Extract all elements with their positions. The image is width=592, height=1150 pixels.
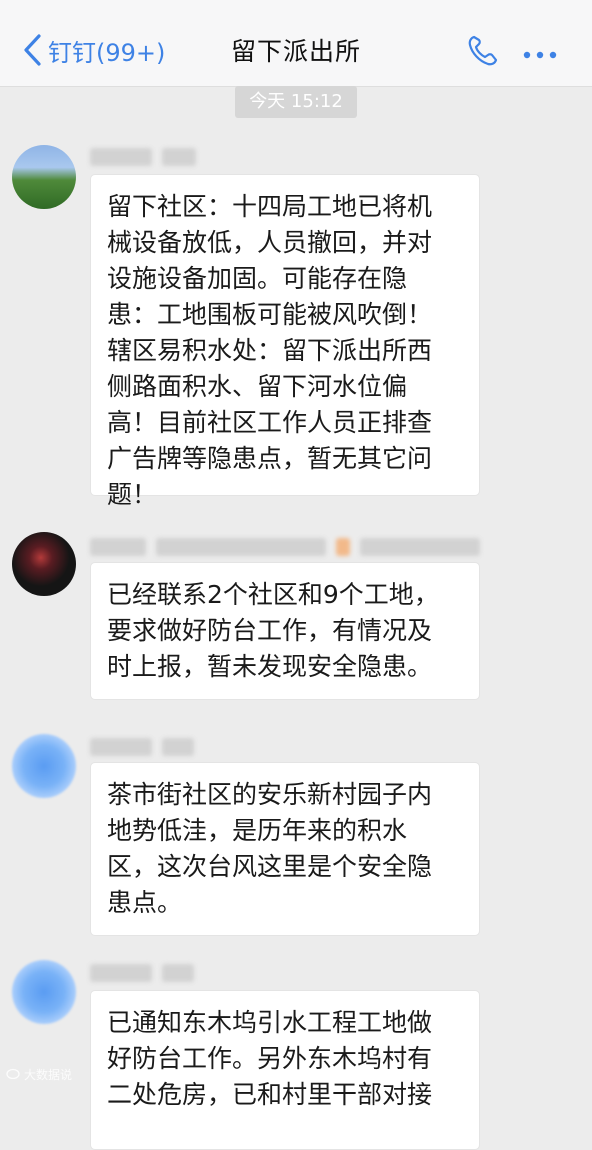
sender-name-blurred <box>90 962 194 984</box>
more-icon[interactable] <box>522 45 558 64</box>
sender-name-blurred <box>90 536 480 558</box>
message-line: 辖区易积水处：留下派出所西 <box>107 336 433 365</box>
message-line: 好防台工作。另外东木坞村有 <box>107 1044 433 1073</box>
message-line: 已经联系2个社区和9个工地， <box>107 580 439 609</box>
nav-bar: 钉钉(99+) 留下派出所 <box>0 0 592 87</box>
message-bubble[interactable]: 茶市街社区的安乐新村园子内 地势低洼，是历年来的积水 区，这次台风这里是个安全隐… <box>90 762 480 936</box>
message-line: 茶市街社区的安乐新村园子内 <box>107 780 433 809</box>
message-line: 留下社区：十四局工地已将机 <box>107 192 433 221</box>
message-line: 区，这次台风这里是个安全隐 <box>107 852 433 881</box>
message-line: 设施设备加固。可能存在隐 <box>107 264 408 293</box>
avatar[interactable] <box>12 145 76 209</box>
message-bubble[interactable]: 留下社区：十四局工地已将机 械设备放低，人员撤回，并对 设施设备加固。可能存在隐… <box>90 174 480 509</box>
message-line: 时上报，暂未发现安全隐患。 <box>107 652 433 681</box>
message-line: 患：工地围板可能被风吹倒！ <box>107 300 433 329</box>
message-line: 患点。 <box>107 888 183 917</box>
chat-title: 留下派出所 <box>230 37 361 66</box>
message-line: 已通知东木坞引水工程工地做 <box>107 1008 433 1037</box>
avatar[interactable] <box>12 960 76 1024</box>
message-line: 械设备放低，人员撤回，并对 <box>107 228 433 257</box>
avatar[interactable] <box>12 734 76 798</box>
message-line: 二处危房，已和村里干部对接 <box>107 1080 433 1109</box>
watermark: 大数据说 <box>6 1066 72 1083</box>
message-bubble[interactable]: 已通知东木坞引水工程工地做 好防台工作。另外东木坞村有 二处危房，已和村里干部对… <box>90 990 480 1150</box>
sender-name-blurred <box>90 736 194 758</box>
weibo-icon <box>6 1067 20 1082</box>
message-line: 广告牌等隐患点，暂无其它问 <box>107 444 433 473</box>
watermark-text: 大数据说 <box>24 1068 73 1082</box>
message-bubble[interactable]: 已经联系2个社区和9个工地， 要求做好防台工作，有情况及 时上报，暂未发现安全隐… <box>90 562 480 700</box>
message-line: 侧路面积水、留下河水位偏 <box>107 372 408 401</box>
timestamp-badge: 今天 15:12 <box>235 86 357 118</box>
sender-name-blurred <box>90 146 196 168</box>
avatar[interactable] <box>12 532 76 596</box>
message-line: 高！目前社区工作人员正排查 <box>107 408 433 437</box>
message-line: 要求做好防台工作，有情况及 <box>107 616 433 645</box>
message-line: 题！ <box>107 480 158 509</box>
phone-icon[interactable] <box>465 33 501 73</box>
message-line: 地势低洼，是历年来的积水 <box>107 816 408 845</box>
